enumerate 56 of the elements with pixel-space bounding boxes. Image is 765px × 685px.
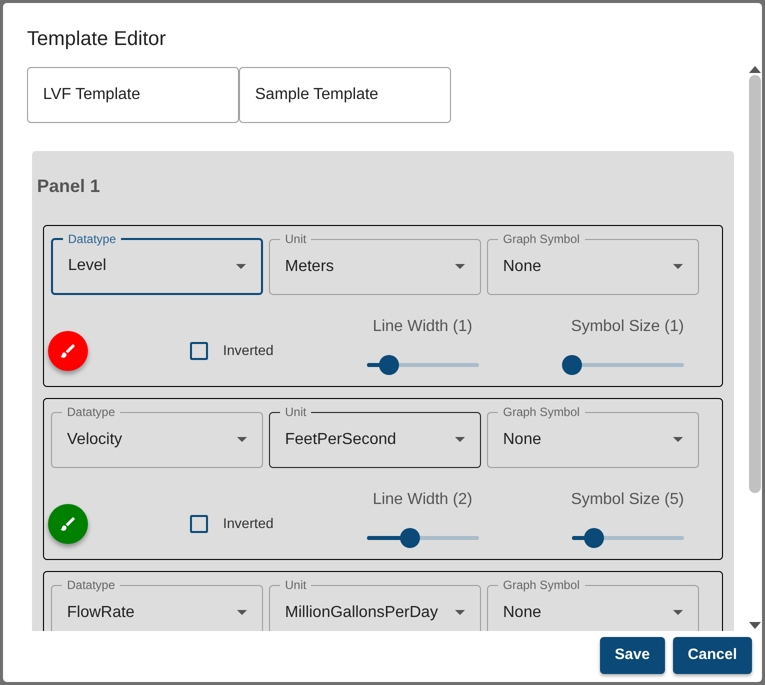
select-field[interactable]: Graph Symbol None [487,231,699,295]
caret-icon [673,264,683,269]
field-label: Datatype [66,577,116,593]
checkbox-label: Inverted [223,341,274,360]
field-label: Unit [284,577,308,593]
scroll-down-icon[interactable] [748,622,760,629]
caret-icon [455,437,465,442]
select-value: Level [68,256,106,276]
field-label: Graph Symbol [502,577,581,593]
select-value: FeetPerSecond [285,430,396,450]
paint-brush-button[interactable] [48,331,88,371]
panel-title: Panel 1 [37,175,102,198]
select-value: None [503,430,542,450]
select-value: None [503,256,542,276]
field-label: Graph Symbol [502,404,581,420]
dialog-title: Template Editor [26,27,167,52]
template-button[interactable]: Sample Template [239,67,451,123]
template-button[interactable]: LVF Template [27,67,239,123]
caret-icon [673,437,683,442]
select-field[interactable]: Unit MillionGallonsPerDay [269,577,481,631]
caret-icon [455,610,465,615]
slider-label: Symbol Size (5) [571,490,684,510]
select-value: None [503,602,542,622]
caret-icon [237,610,247,615]
select-value: Meters [285,256,334,276]
field-label: Datatype [66,404,116,420]
field-label: Datatype [67,231,118,247]
slider-label: Line Width (2) [372,490,472,510]
inverted-checkbox[interactable] [190,514,208,532]
slider-thumb[interactable] [400,528,420,548]
caret-icon [237,437,247,442]
select-value: Velocity [67,430,122,450]
paint-brush-icon [59,342,77,360]
select-field[interactable]: Graph Symbol None [487,404,699,468]
slider-label: Line Width (1) [372,317,472,337]
checkbox-label: Inverted [223,514,274,533]
scroll-up-icon[interactable] [748,66,760,73]
slider-thumb[interactable] [584,528,604,548]
caret-icon [236,264,246,268]
slider-label: Symbol Size (1) [571,317,684,337]
caret-icon [673,610,683,615]
select-value: FlowRate [67,602,135,622]
slider-thumb[interactable] [378,355,399,375]
select-field[interactable]: Unit Meters [269,231,481,295]
dialog-button[interactable]: Save [600,637,665,674]
inverted-checkbox[interactable] [190,342,208,360]
field-label: Graph Symbol [502,231,581,247]
field-label: Unit [284,231,308,247]
caret-icon [455,264,465,269]
select-value: MillionGallonsPerDay [285,602,438,622]
paint-brush-button[interactable] [48,504,88,544]
paint-brush-icon [59,515,77,533]
field-label: Unit [284,404,308,420]
dialog-button[interactable]: Cancel [672,637,752,674]
select-field[interactable]: Unit FeetPerSecond [269,404,481,468]
slider-thumb[interactable] [562,355,582,375]
